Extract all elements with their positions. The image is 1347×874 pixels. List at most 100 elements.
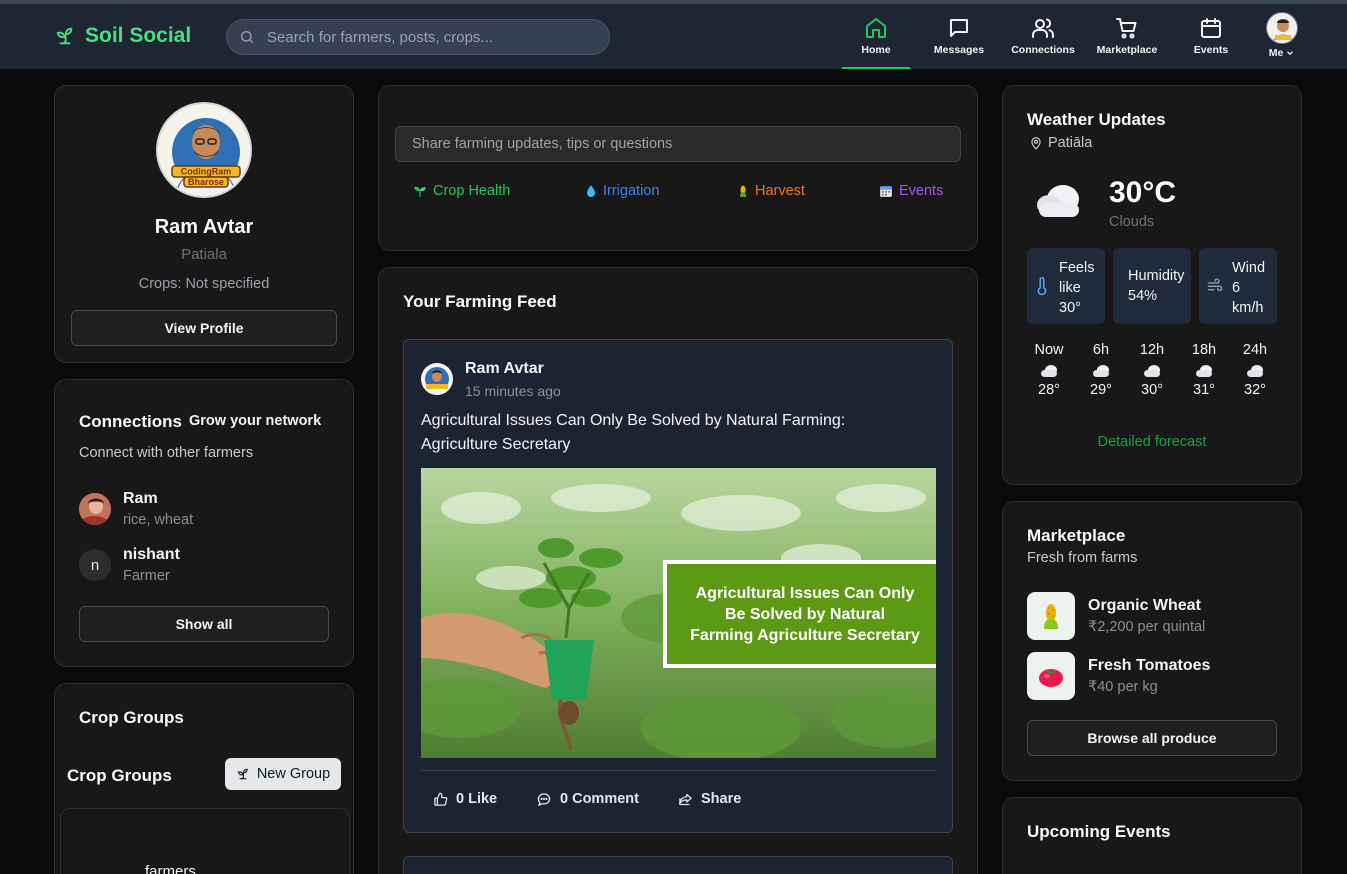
weather-title: Weather Updates (1027, 110, 1166, 129)
map-pin-icon (1029, 136, 1043, 150)
nav-me[interactable]: Me (1248, 10, 1316, 69)
post-image[interactable]: Agricultural Issues Can Only Be Solved b… (421, 468, 936, 758)
feels-like-text: Feels like 30° (1059, 258, 1094, 318)
search-bar[interactable] (226, 19, 610, 55)
feels-like-line2: like (1059, 280, 1081, 296)
new-group-button[interactable]: New Group (225, 758, 341, 790)
wind-text: Wind 6 km/h (1232, 258, 1265, 318)
forecast-time: 12h (1139, 342, 1165, 358)
nav-home[interactable]: Home (842, 10, 910, 69)
cloud-icon (1033, 181, 1085, 221)
connections-description: Connect with other farmers (79, 445, 254, 461)
cloud-icon (1194, 364, 1214, 378)
image-banner-line3: Farming Agriculture Secretary (690, 627, 920, 644)
avatar-logo-line2: Bharose (188, 177, 224, 187)
search-icon (239, 29, 255, 45)
list-item[interactable]: Fresh Tomatoes ₹40 per kg (1027, 652, 1210, 700)
group-preview-text: farmers (145, 863, 196, 874)
upcoming-events-title: Upcoming Events (1027, 822, 1171, 841)
nav-connections-label: Connections (1011, 44, 1075, 56)
crop-groups-section-title: Crop Groups (67, 766, 172, 785)
profile-card: CodingRam Bharose Ram Avtar Patiala Crop… (54, 85, 354, 363)
avatar: n (79, 549, 111, 581)
marketplace-card: Marketplace Fresh from farms Organic Whe… (1002, 501, 1302, 781)
share-label: Share (701, 791, 742, 807)
feed-title: Your Farming Feed (403, 292, 557, 311)
corn-icon (737, 184, 749, 198)
nav-marketplace[interactable]: Marketplace (1093, 10, 1161, 69)
chip-events[interactable]: Events (879, 183, 943, 199)
chip-harvest[interactable]: Harvest (737, 183, 805, 199)
crop-groups-card-title: Crop Groups (79, 708, 184, 727)
post-text: Agricultural Issues Can Only Be Solved b… (421, 412, 846, 453)
browse-all-produce-button[interactable]: Browse all produce (1027, 720, 1277, 756)
profile-avatar[interactable]: CodingRam Bharose (156, 102, 252, 198)
comment-label: 0 Comment (560, 791, 639, 807)
like-button[interactable]: 0 Like (433, 791, 497, 807)
product-price: ₹2,200 per quintal (1088, 619, 1206, 635)
group-preview-card[interactable]: farmers (60, 808, 350, 874)
forecast-time: 6h (1092, 342, 1110, 358)
feels-like-line1: Feels (1059, 260, 1095, 276)
comment-button[interactable]: 0 Comment (536, 791, 639, 807)
weather-location: Patiāla (1029, 135, 1092, 151)
wind-unit: km/h (1232, 300, 1264, 316)
grow-network-link[interactable]: Grow your network (189, 413, 321, 429)
tomato-icon (1027, 652, 1075, 700)
weather-condition: Clouds (1109, 214, 1155, 230)
cloud-icon (1142, 364, 1162, 378)
wheat-icon (1027, 592, 1075, 640)
message-icon (947, 16, 971, 40)
chip-harvest-label: Harvest (755, 183, 805, 199)
post-actions: 0 Like 0 Comment Share (421, 770, 936, 830)
forecast-6h: 6h 29° (1079, 342, 1123, 398)
cart-icon (1115, 16, 1139, 40)
avatar[interactable] (421, 363, 453, 395)
humidity-box: Humidity 54% (1113, 248, 1191, 324)
chip-crop-health-label: Crop Health (433, 183, 511, 199)
chevron-down-icon (1285, 48, 1295, 58)
post-author[interactable]: Ram Avtar (465, 360, 544, 378)
search-input[interactable] (267, 28, 587, 46)
avatar (1266, 12, 1298, 44)
weather-temp: 30°C (1109, 176, 1177, 209)
post-composer-input[interactable] (395, 126, 961, 162)
chip-crop-health[interactable]: Crop Health (413, 183, 510, 199)
share-icon (678, 792, 693, 807)
avatar (79, 493, 111, 525)
marketplace-title: Marketplace (1027, 526, 1126, 545)
forecast-temp: 30° (1141, 382, 1163, 398)
forecast-temp: 32° (1244, 382, 1266, 398)
profile-crops: Crops: Not specified (138, 276, 270, 292)
share-button[interactable]: Share (678, 791, 741, 807)
chip-irrigation[interactable]: Irrigation (585, 183, 659, 199)
humidity-text: Humidity 54% (1128, 266, 1184, 306)
detailed-forecast-link[interactable]: Detailed forecast (1003, 434, 1301, 450)
nav-connections[interactable]: Connections (1009, 10, 1077, 69)
cloud-icon (1091, 364, 1111, 378)
crop-groups-card: Crop Groups Crop Groups New Group farmer… (54, 683, 354, 874)
weather-card: Weather Updates Patiāla 30°C Clouds Feel… (1002, 85, 1302, 485)
composer-card: Crop Health Irrigation Harvest Events (378, 85, 978, 251)
list-item[interactable]: Ram rice, wheat (79, 490, 193, 528)
list-item[interactable]: n nishant Farmer (79, 546, 180, 584)
users-icon (1031, 16, 1055, 40)
forecast-time: Now (1034, 342, 1064, 358)
nav-messages[interactable]: Messages (925, 10, 993, 69)
brand-name: Soil Social (85, 24, 192, 47)
brand-logo[interactable]: Soil Social (54, 24, 191, 48)
product-name: Fresh Tomatoes (1088, 657, 1211, 674)
view-profile-button[interactable]: View Profile (71, 310, 337, 346)
connection-name: Ram (123, 490, 158, 507)
profile-location: Patiala (181, 246, 227, 263)
show-all-button[interactable]: Show all (79, 606, 329, 642)
humidity-value: 54% (1128, 288, 1158, 304)
me-text: Me (1268, 47, 1284, 59)
nav-events[interactable]: Events (1177, 10, 1245, 69)
list-item[interactable]: Organic Wheat ₹2,200 per quintal (1027, 592, 1205, 640)
cloud-icon (1245, 364, 1265, 378)
forecast-now: Now 28° (1027, 342, 1071, 398)
forecast-time: 24h (1242, 342, 1268, 358)
connection-name: nishant (123, 546, 180, 563)
forecast-temp: 31° (1193, 382, 1215, 398)
